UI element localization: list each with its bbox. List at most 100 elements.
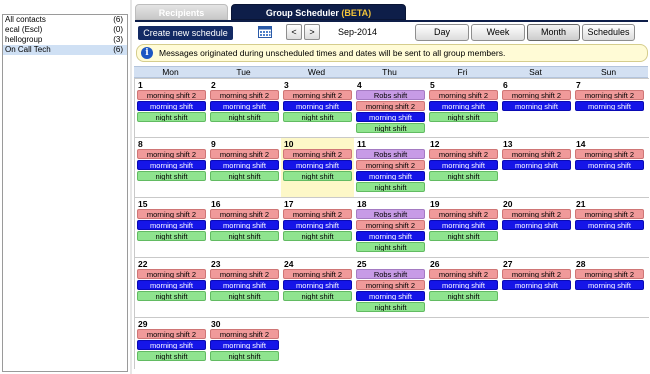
calendar-day-cell[interactable]: 22 morning shift 2 morning shift night shif…: [135, 258, 208, 318]
calendar-day-cell[interactable]: 17 morning shift 2 morning shift night shif…: [281, 198, 354, 258]
calendar-day-cell[interactable]: 10 morning shift 2 morning shift night shif…: [281, 138, 354, 198]
calendar-day-cell[interactable]: 28 morning shift 2 morning shift: [573, 258, 646, 318]
shift-event[interactable]: morning shift: [356, 291, 425, 301]
shift-event[interactable]: morning shift: [502, 101, 571, 111]
next-month-button[interactable]: >: [304, 24, 320, 40]
calendar-day-cell[interactable]: 4 Robs shift morning shift 2 morning shift n…: [354, 79, 427, 138]
shift-event[interactable]: morning shift: [137, 280, 206, 290]
shift-event[interactable]: morning shift: [429, 280, 498, 290]
shift-event[interactable]: morning shift: [356, 112, 425, 122]
shift-event[interactable]: morning shift 2: [210, 209, 279, 219]
shift-event[interactable]: morning shift 2: [575, 209, 644, 219]
shift-event[interactable]: morning shift: [575, 280, 644, 290]
shift-event[interactable]: morning shift: [137, 340, 206, 350]
shift-event[interactable]: morning shift 2: [502, 90, 571, 100]
shift-event[interactable]: morning shift: [575, 101, 644, 111]
calendar-day-cell[interactable]: 27 morning shift 2 morning shift: [500, 258, 573, 318]
calendar-day-cell[interactable]: 19 morning shift 2 morning shift night shif…: [427, 198, 500, 258]
calendar-day-cell[interactable]: 14 morning shift 2 morning shift: [573, 138, 646, 198]
shift-event[interactable]: night shift: [283, 112, 352, 122]
calendar-day-cell[interactable]: 29 morning shift 2 morning shift night shif…: [135, 318, 208, 370]
shift-event[interactable]: morning shift: [137, 160, 206, 170]
shift-event[interactable]: night shift: [283, 231, 352, 241]
view-day-button[interactable]: Day: [415, 24, 469, 41]
shift-event[interactable]: morning shift: [502, 160, 571, 170]
view-month-button[interactable]: Month: [527, 24, 580, 41]
tab-group-scheduler[interactable]: Group Scheduler (BETA): [231, 4, 406, 20]
shift-event[interactable]: night shift: [210, 171, 279, 181]
calendar-day-cell[interactable]: 26 morning shift 2 morning shift night shif…: [427, 258, 500, 318]
calendar-day-cell[interactable]: 3 morning shift 2 morning shift night shift: [281, 79, 354, 138]
create-new-schedule-button[interactable]: Create new schedule: [138, 26, 233, 40]
shift-event[interactable]: night shift: [210, 231, 279, 241]
calendar-day-cell[interactable]: 11 Robs shift morning shift 2 morning shift…: [354, 138, 427, 198]
shift-event[interactable]: morning shift: [356, 171, 425, 181]
shift-event[interactable]: morning shift 2: [210, 329, 279, 339]
calendar-day-cell[interactable]: 7 morning shift 2 morning shift: [573, 79, 646, 138]
shift-event[interactable]: morning shift 2: [210, 149, 279, 159]
shift-event[interactable]: morning shift: [356, 231, 425, 241]
panel-splitter[interactable]: [130, 0, 132, 374]
shift-event[interactable]: morning shift 2: [429, 149, 498, 159]
shift-event[interactable]: morning shift: [210, 340, 279, 350]
shift-event[interactable]: morning shift 2: [429, 90, 498, 100]
contact-item-ecal[interactable]: ecal (Escl) (0): [3, 25, 127, 35]
shift-event[interactable]: morning shift: [502, 220, 571, 230]
shift-event[interactable]: morning shift: [429, 101, 498, 111]
calendar-day-cell[interactable]: 8 morning shift 2 morning shift night shift: [135, 138, 208, 198]
shift-event[interactable]: morning shift: [575, 160, 644, 170]
shift-event[interactable]: morning shift: [210, 280, 279, 290]
shift-event[interactable]: morning shift 2: [575, 149, 644, 159]
prev-month-button[interactable]: <: [286, 24, 302, 40]
shift-event[interactable]: morning shift 2: [283, 209, 352, 219]
contact-item-all-contacts[interactable]: All contacts (6): [3, 15, 127, 25]
calendar-day-cell[interactable]: 5 morning shift 2 morning shift night shift: [427, 79, 500, 138]
calendar-day-cell[interactable]: 9 morning shift 2 morning shift night shift: [208, 138, 281, 198]
shift-event[interactable]: night shift: [429, 231, 498, 241]
tab-recipients[interactable]: Recipients: [135, 4, 228, 20]
shift-event[interactable]: night shift: [283, 171, 352, 181]
shift-event[interactable]: morning shift 2: [137, 269, 206, 279]
shift-event[interactable]: night shift: [137, 171, 206, 181]
shift-event[interactable]: morning shift 2: [502, 209, 571, 219]
shift-event[interactable]: morning shift: [429, 220, 498, 230]
shift-event[interactable]: morning shift 2: [283, 269, 352, 279]
calendar-day-cell[interactable]: 12 morning shift 2 morning shift night shif…: [427, 138, 500, 198]
calendar-day-cell[interactable]: 2 morning shift 2 morning shift night shift: [208, 79, 281, 138]
shift-event[interactable]: morning shift 2: [502, 269, 571, 279]
view-week-button[interactable]: Week: [471, 24, 525, 41]
shift-event[interactable]: night shift: [210, 112, 279, 122]
shift-event[interactable]: night shift: [429, 291, 498, 301]
shift-event[interactable]: morning shift: [210, 160, 279, 170]
shift-event[interactable]: Robs shift: [356, 209, 425, 219]
shift-event[interactable]: morning shift 2: [429, 269, 498, 279]
calendar-day-cell[interactable]: 20 morning shift 2 morning shift: [500, 198, 573, 258]
shift-event[interactable]: morning shift 2: [283, 149, 352, 159]
shift-event[interactable]: Robs shift: [356, 269, 425, 279]
shift-event[interactable]: morning shift: [283, 280, 352, 290]
shift-event[interactable]: morning shift 2: [575, 90, 644, 100]
calendar-day-cell[interactable]: 21 morning shift 2 morning shift: [573, 198, 646, 258]
shift-event[interactable]: night shift: [283, 291, 352, 301]
calendar-day-cell[interactable]: 6 morning shift 2 morning shift: [500, 79, 573, 138]
shift-event[interactable]: morning shift: [429, 160, 498, 170]
shift-event[interactable]: night shift: [137, 291, 206, 301]
shift-event[interactable]: morning shift 2: [356, 280, 425, 290]
calendar-day-cell[interactable]: 23 morning shift 2 morning shift night shif…: [208, 258, 281, 318]
shift-event[interactable]: morning shift 2: [210, 269, 279, 279]
shift-event[interactable]: night shift: [429, 112, 498, 122]
shift-event[interactable]: morning shift 2: [356, 101, 425, 111]
shift-event[interactable]: morning shift: [283, 160, 352, 170]
shift-event[interactable]: morning shift: [210, 220, 279, 230]
shift-event[interactable]: morning shift 2: [429, 209, 498, 219]
shift-event[interactable]: morning shift 2: [575, 269, 644, 279]
shift-event[interactable]: night shift: [356, 302, 425, 312]
view-schedules-button[interactable]: Schedules: [582, 24, 635, 41]
calendar-icon[interactable]: [258, 25, 272, 38]
shift-event[interactable]: morning shift: [502, 280, 571, 290]
shift-event[interactable]: Robs shift: [356, 90, 425, 100]
shift-event[interactable]: morning shift 2: [137, 149, 206, 159]
shift-event[interactable]: morning shift: [283, 101, 352, 111]
calendar-day-cell[interactable]: 18 Robs shift morning shift 2 morning shift…: [354, 198, 427, 258]
contact-item-on-call-tech[interactable]: On Call Tech (6): [3, 45, 127, 55]
